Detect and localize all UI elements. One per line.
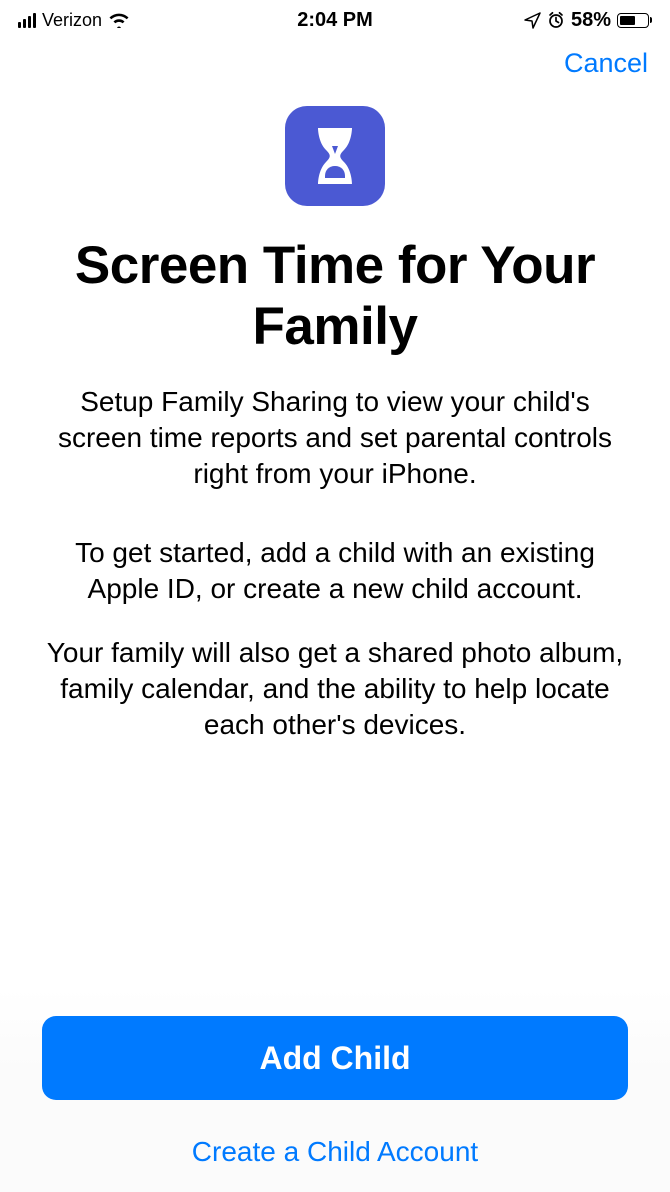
cellular-signal-icon bbox=[18, 12, 36, 28]
add-child-button[interactable]: Add Child bbox=[42, 1016, 628, 1100]
cancel-button[interactable]: Cancel bbox=[564, 48, 648, 79]
nav-bar: Cancel bbox=[0, 40, 670, 86]
body-paragraph-2: To get started, add a child with an exis… bbox=[38, 535, 632, 607]
status-bar: Verizon 2:04 PM 58% bbox=[0, 0, 670, 40]
clock: 2:04 PM bbox=[297, 9, 373, 32]
create-child-account-button[interactable]: Create a Child Account bbox=[42, 1130, 628, 1174]
location-icon bbox=[524, 12, 541, 29]
status-left: Verizon bbox=[18, 10, 130, 31]
body-paragraph-3: Your family will also get a shared photo… bbox=[38, 635, 632, 742]
body-paragraph-1: Setup Family Sharing to view your child'… bbox=[38, 384, 632, 491]
page-title: Screen Time for Your Family bbox=[38, 236, 632, 358]
battery-percent: 58% bbox=[571, 9, 611, 32]
hourglass-icon bbox=[285, 106, 385, 206]
alarm-icon bbox=[547, 11, 565, 29]
main-content: Screen Time for Your Family Setup Family… bbox=[0, 86, 670, 956]
status-right: 58% bbox=[524, 9, 652, 32]
wifi-icon bbox=[108, 12, 130, 28]
battery-icon bbox=[617, 13, 652, 28]
carrier-label: Verizon bbox=[42, 10, 102, 31]
footer: Add Child Create a Child Account bbox=[0, 988, 670, 1192]
